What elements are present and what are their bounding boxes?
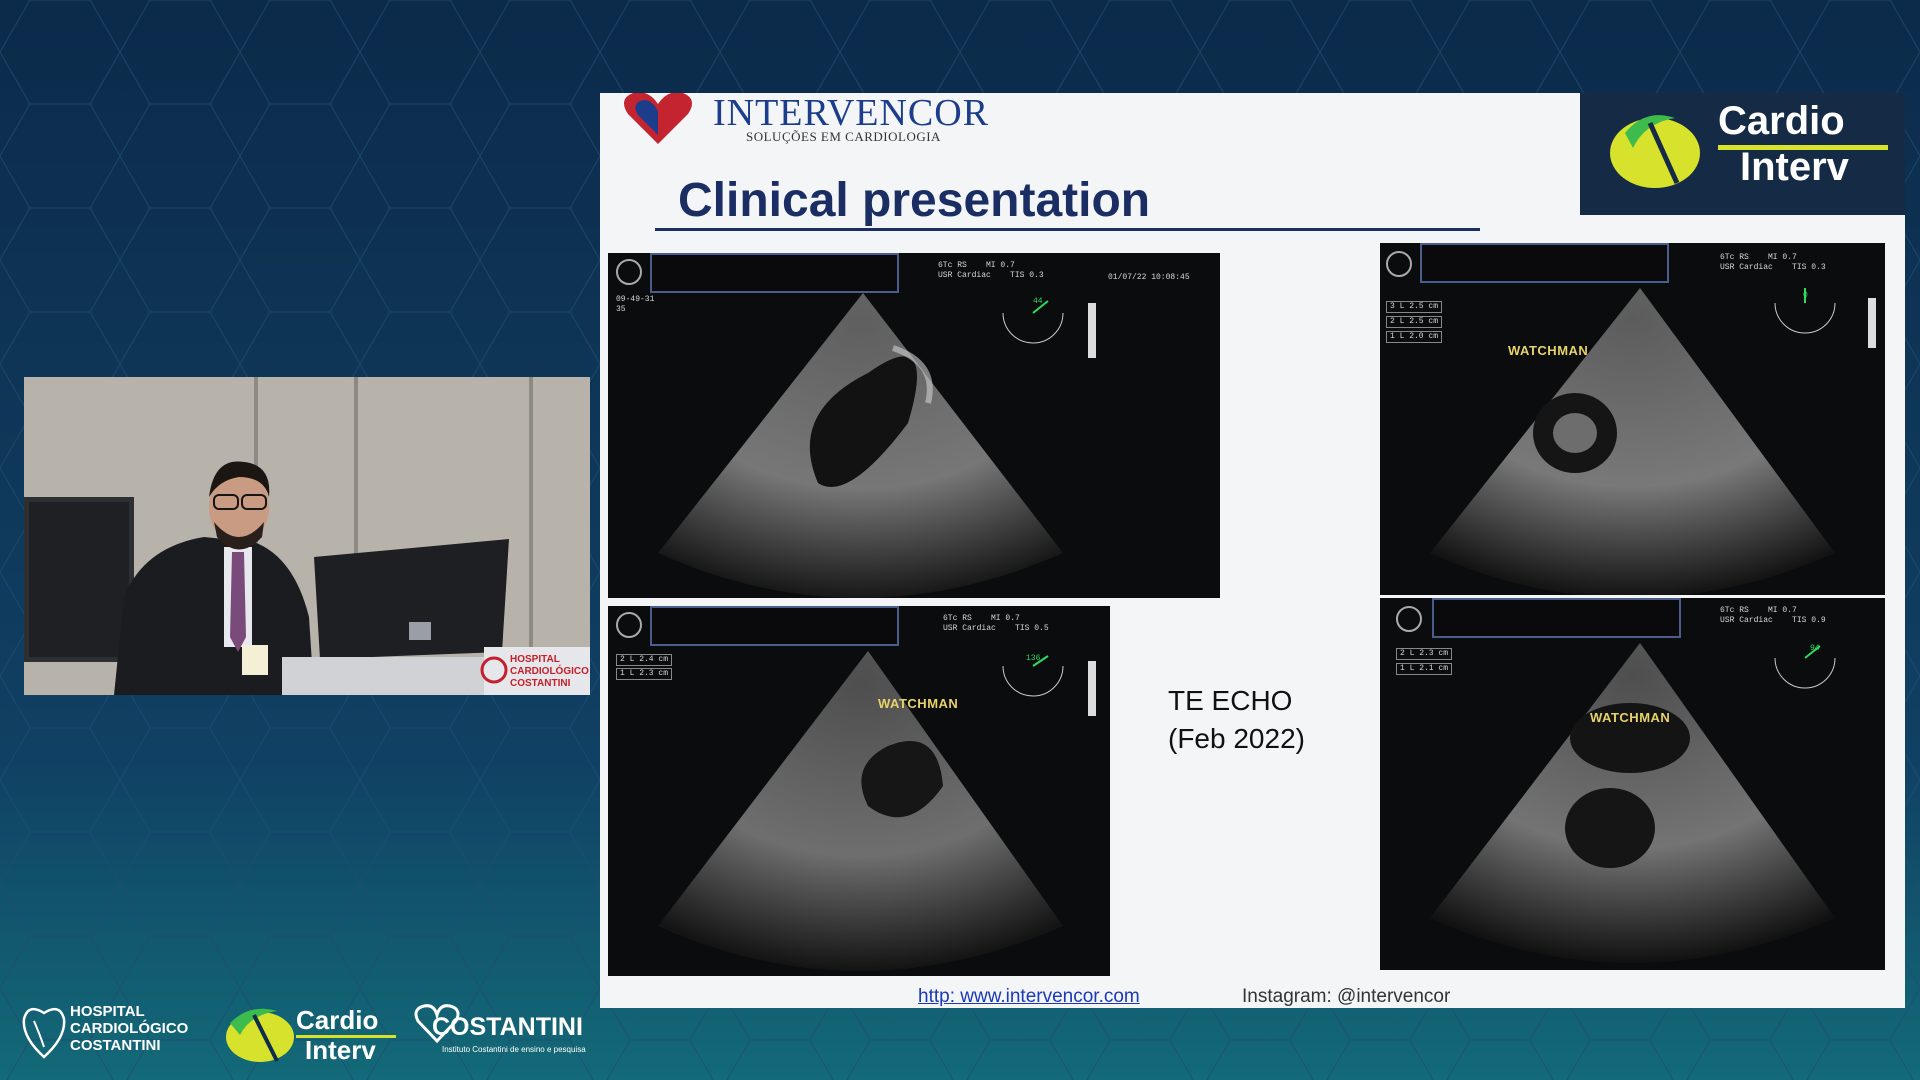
speaker-video-frame: HOSPITAL CARDIOLÓGICO COSTANTINI bbox=[24, 377, 590, 695]
echo-measure-1: 2 L 2.4 cm bbox=[616, 654, 673, 666]
watchman-label: WATCHMAN bbox=[1508, 343, 1589, 358]
echo-measure-2: 1 L 2.1 cm bbox=[1396, 663, 1453, 675]
echo-measure-2: 2 L 2.5 cm bbox=[1386, 316, 1443, 328]
echo-header-text: 6Tc RS MI 0.7 USR Cardiac TIS 0.3 bbox=[1720, 253, 1826, 272]
echo-label-left: 09-49-31 35 bbox=[616, 295, 655, 314]
echo-header-text: 6Tc RS MI 0.7 USR Cardiac TIS 0.3 bbox=[938, 261, 1044, 280]
redaction-box bbox=[650, 253, 899, 293]
echo-angle: 136 bbox=[1026, 654, 1041, 663]
footer-instagram: Instagram: @intervencor bbox=[1242, 986, 1451, 1007]
ge-logo-icon bbox=[616, 259, 642, 285]
watchman-label: WATCHMAN bbox=[1590, 710, 1671, 725]
sponsor-logos: HOSPITAL CARDIOLÓGICO COSTANTINI Cardio … bbox=[20, 995, 620, 1075]
hospital-name-line3: COSTANTINI bbox=[70, 1037, 161, 1054]
ge-logo-icon bbox=[1386, 251, 1412, 277]
echo-measure-1: 2 L 2.3 cm bbox=[1396, 648, 1453, 660]
cardio-interv-small-logo-icon bbox=[226, 1008, 294, 1062]
costantini-logo-text: COSTANTINI bbox=[432, 1013, 583, 1041]
echo-image-bottom-left: 6Tc RS MI 0.7 USR Cardiac TIS 0.5 2 L 2.… bbox=[608, 606, 1110, 976]
hospital-name-line2: CARDIOLÓGICO bbox=[70, 1020, 189, 1037]
echo-timestamp: 01/07/22 10:08:45 bbox=[1108, 273, 1190, 282]
brand-cardio-text: Cardio bbox=[1718, 99, 1845, 143]
echo-measure-3: 1 L 2.0 cm bbox=[1386, 331, 1443, 343]
echo-image-top-left: 6Tc RS MI 0.7 USR Cardiac TIS 0.3 01/07/… bbox=[608, 253, 1220, 598]
cardio-logo-line2: Interv bbox=[305, 1035, 376, 1065]
podium-logo-text-1: HOSPITAL bbox=[510, 654, 560, 665]
echo-measure-1: 3 L 2.5 cm bbox=[1386, 301, 1443, 313]
cardio-interv-brand-box: Cardio Interv bbox=[1580, 93, 1905, 215]
echo-angle: 94 bbox=[1810, 644, 1820, 653]
echo-angle: 44 bbox=[1033, 297, 1043, 306]
intervencor-heart-logo-icon bbox=[624, 93, 692, 144]
ge-logo-icon bbox=[1396, 606, 1422, 632]
slide-title: Clinical presentation bbox=[678, 174, 1151, 227]
echo-caption-line2: (Feb 2022) bbox=[1168, 723, 1305, 754]
echo-header-text: 6Tc RS MI 0.7 USR Cardiac TIS 0.9 bbox=[1720, 606, 1826, 625]
speaker-camera-feed: HOSPITAL CARDIOLÓGICO COSTANTINI bbox=[24, 377, 590, 695]
redaction-box bbox=[1420, 243, 1669, 283]
podium-logo-text-2: CARDIOLÓGICO bbox=[510, 664, 589, 677]
hospital-name-line1: HOSPITAL bbox=[70, 1003, 145, 1020]
presentation-slide: INTERVENCOR SOLUÇÕES EM CARDIOLOGIA Clin… bbox=[600, 93, 1905, 1008]
echo-sector-top-right bbox=[1430, 288, 1876, 595]
footer-url-link[interactable]: http: www.intervencor.com bbox=[918, 986, 1140, 1008]
hospital-heart-logo-icon bbox=[22, 1007, 66, 1059]
redaction-box bbox=[1432, 598, 1681, 638]
podium-logo-text-3: COSTANTINI bbox=[510, 678, 571, 689]
echo-caption-line1: TE ECHO bbox=[1168, 685, 1293, 716]
echo-sector-top-left bbox=[658, 293, 1096, 598]
cardio-logo-line1: Cardio bbox=[296, 1005, 379, 1035]
echo-header-text: 6Tc RS MI 0.7 USR Cardiac TIS 0.5 bbox=[943, 614, 1049, 633]
echo-image-bottom-right: 6Tc RS MI 0.7 USR Cardiac TIS 0.9 2 L 2.… bbox=[1380, 598, 1885, 970]
echo-measure-2: 1 L 2.3 cm bbox=[616, 668, 673, 680]
watchman-label: WATCHMAN bbox=[878, 696, 959, 711]
echo-angle: 0 bbox=[1803, 291, 1808, 300]
costantini-logo-subtitle: Instituto Costantini de ensino e pesquis… bbox=[442, 1045, 586, 1054]
brand-interv-text: Interv bbox=[1740, 145, 1849, 189]
company-tagline: SOLUÇÕES EM CARDIOLOGIA bbox=[746, 129, 941, 144]
cardio-interv-heart-logo-icon bbox=[1610, 115, 1700, 188]
ge-logo-icon bbox=[616, 612, 642, 638]
title-underline bbox=[655, 228, 1480, 231]
redaction-box bbox=[650, 606, 899, 646]
echo-image-top-right: 6Tc RS MI 0.7 USR Cardiac TIS 0.3 3 L 2.… bbox=[1380, 243, 1885, 595]
